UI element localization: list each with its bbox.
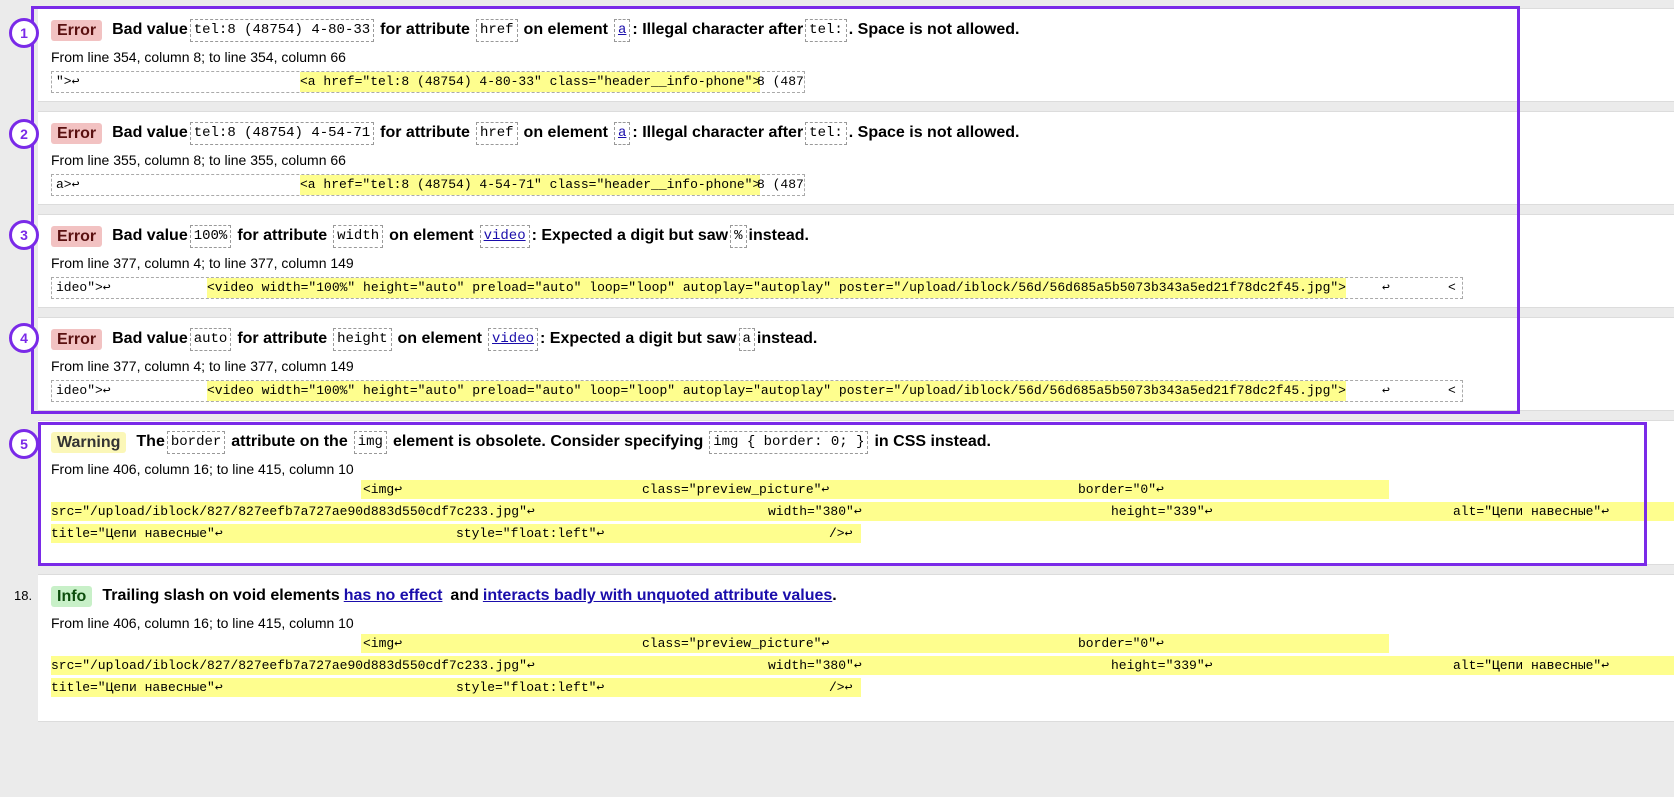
marker-circle-2: 2 bbox=[9, 119, 39, 149]
location-text: From line 406, column 16; to line 415, c… bbox=[51, 615, 354, 631]
annotation-frame-warning bbox=[38, 422, 1647, 566]
marker-circle-5: 5 bbox=[9, 429, 39, 459]
source-extract-line-1: <img↩ class="preview_picture"↩ border="0… bbox=[51, 633, 1674, 655]
source-extract-line-2: src="/upload/iblock/827/827eefb7a727ae90… bbox=[51, 655, 1674, 677]
unquoted-attribute-values-link[interactable]: interacts badly with unquoted attribute … bbox=[483, 587, 832, 605]
source-extract-line-3: title="Цепи навесные"↩ style="float:left… bbox=[51, 677, 1674, 699]
annotation-frame-errors bbox=[31, 6, 1520, 414]
message-text: Info Trailing slash on void elements has… bbox=[51, 583, 1674, 609]
has-no-effect-link[interactable]: has no effect bbox=[344, 587, 443, 605]
marker-circle-3: 3 bbox=[9, 220, 39, 250]
message-number: 18. bbox=[14, 588, 33, 603]
marker-circle-4: 4 bbox=[9, 323, 39, 353]
info-badge: Info bbox=[51, 585, 93, 607]
marker-circle-1: 1 bbox=[9, 18, 39, 48]
info-message: Info Trailing slash on void elements has… bbox=[38, 574, 1674, 722]
